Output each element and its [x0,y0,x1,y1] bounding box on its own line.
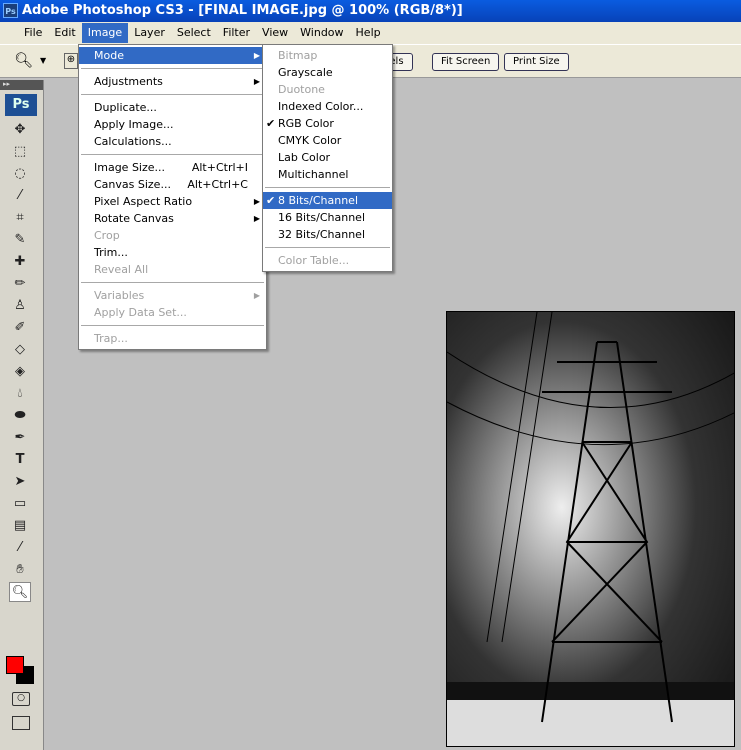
menu-item-trap: Trap... [94,332,128,345]
menu-item-canvas-size[interactable]: Canvas Size... Alt+Ctrl+C [79,176,266,193]
slice-tool-icon[interactable]: ✎ [9,230,31,250]
menu-item-duplicate[interactable]: Duplicate... [79,99,266,116]
mode-indexed-color[interactable]: Indexed Color... [263,98,392,115]
menu-edit[interactable]: Edit [48,23,81,43]
paint-bucket-icon[interactable]: ◈ [9,362,31,382]
menu-item-variables: Variables ▶ [94,289,260,302]
menu-layer[interactable]: Layer [128,23,171,43]
checkmark-icon: ✔ [266,194,276,207]
menu-item-crop: Crop [94,229,120,242]
mode-8-bits[interactable]: ✔ 8 Bits/Channel [263,192,392,209]
mode-32-bits[interactable]: 32 Bits/Channel [263,226,392,243]
menu-view[interactable]: View [256,23,294,43]
menu-filter[interactable]: Filter [217,23,256,43]
title-bar: Ps Adobe Photoshop CS3 - [FINAL IMAGE.jpg… [0,0,741,22]
menu-item-mode[interactable]: Mode ▶ [79,47,266,64]
healing-brush-icon[interactable]: ✚ [9,252,31,272]
mode-multichannel[interactable]: Multichannel [263,166,392,183]
dodge-tool-icon[interactable]: ⬬ [9,406,31,426]
menu-bar: File Edit Image Layer Select Filter View… [0,22,741,44]
print-size-button[interactable]: Print Size [504,53,569,71]
path-selection-icon[interactable]: ➤ [9,472,31,492]
menu-item-apply-image[interactable]: Apply Image... [79,116,266,133]
screen-mode-icon[interactable] [12,716,30,730]
mode-grayscale[interactable]: Grayscale [263,64,392,81]
document-image[interactable] [446,311,735,747]
menu-help[interactable]: Help [350,23,387,43]
checkmark-icon: ✔ [266,117,276,130]
quick-mask-icon[interactable]: ○ [12,692,30,706]
menu-item-rotate-canvas[interactable]: Rotate Canvas ▶ [79,210,266,227]
foreground-color-swatch[interactable] [6,656,24,674]
menu-item-image-size[interactable]: Image Size... Alt+Ctrl+I [79,159,266,176]
window-title: Adobe Photoshop CS3 - [FINAL IMAGE.jpg @… [22,3,463,18]
menu-item-calculations[interactable]: Calculations... [79,133,266,150]
tool-preset-dropdown-icon[interactable]: ▼ [40,56,46,65]
menu-item-trim[interactable]: Trim... [79,244,266,261]
eraser-icon[interactable]: ◇ [9,340,31,360]
menu-window[interactable]: Window [294,23,349,43]
mode-bitmap: Bitmap [278,49,318,62]
history-brush-icon[interactable]: ✐ [9,318,31,338]
mode-color-table: Color Table... [278,254,350,267]
menu-file[interactable]: File [18,23,48,43]
move-tool-icon[interactable]: ✥ [9,120,31,140]
menu-image[interactable]: Image [81,23,129,43]
app-icon: Ps [3,3,18,18]
menu-item-reveal-all: Reveal All [94,263,149,276]
blur-tool-icon[interactable]: 💧︎ [9,384,31,404]
toolbox: ▸▸ Ps ✥ ⬚ ◌ ⁄ ⌗ ✎ ✚ ✏ ♙ ✐ ◇ ◈ 💧︎ ⬬ ✒ T ➤… [0,80,44,750]
menu-item-apply-data-set: Apply Data Set... [94,306,187,319]
clone-stamp-icon[interactable]: ♙ [9,296,31,316]
marquee-tool-icon[interactable]: ⬚ [9,142,31,162]
pen-tool-icon[interactable]: ✒ [9,428,31,448]
menu-select[interactable]: Select [171,23,217,43]
fit-screen-button[interactable]: Fit Screen [432,53,500,71]
type-tool-icon[interactable]: T [9,450,31,470]
magic-wand-icon[interactable]: ⁄ [9,186,31,206]
eyedropper-icon[interactable]: ⁄ [9,538,31,558]
mode-rgb-color[interactable]: ✔ RGB Color [263,115,392,132]
mode-lab-color[interactable]: Lab Color [263,149,392,166]
photoshop-logo[interactable]: Ps [5,94,37,116]
hand-tool-icon[interactable]: ✋︎ [9,560,31,580]
mode-cmyk-color[interactable]: CMYK Color [263,132,392,149]
mode-submenu: Bitmap Grayscale Duotone Indexed Color..… [262,44,393,272]
menu-item-adjustments[interactable]: Adjustments ▶ [79,73,266,90]
notes-tool-icon[interactable]: ▤ [9,516,31,536]
zoom-tool-icon[interactable]: 🔍︎ [14,51,33,69]
shape-tool-icon[interactable]: ▭ [9,494,31,514]
image-menu: Mode ▶ Adjustments ▶ Duplicate... Apply Im… [78,44,267,350]
mode-16-bits[interactable]: 16 Bits/Channel [263,209,392,226]
zoom-tool-icon[interactable]: 🔍︎ [9,582,31,602]
brush-tool-icon[interactable]: ✏ [9,274,31,294]
menu-item-pixel-aspect-ratio[interactable]: Pixel Aspect Ratio ▶ [79,193,266,210]
crop-tool-icon[interactable]: ⌗ [9,208,31,228]
mode-duotone: Duotone [278,83,325,96]
toolbox-grip[interactable]: ▸▸ [0,80,43,90]
lasso-tool-icon[interactable]: ◌ [9,164,31,184]
zoom-in-icon[interactable]: ⊕ [64,53,78,69]
